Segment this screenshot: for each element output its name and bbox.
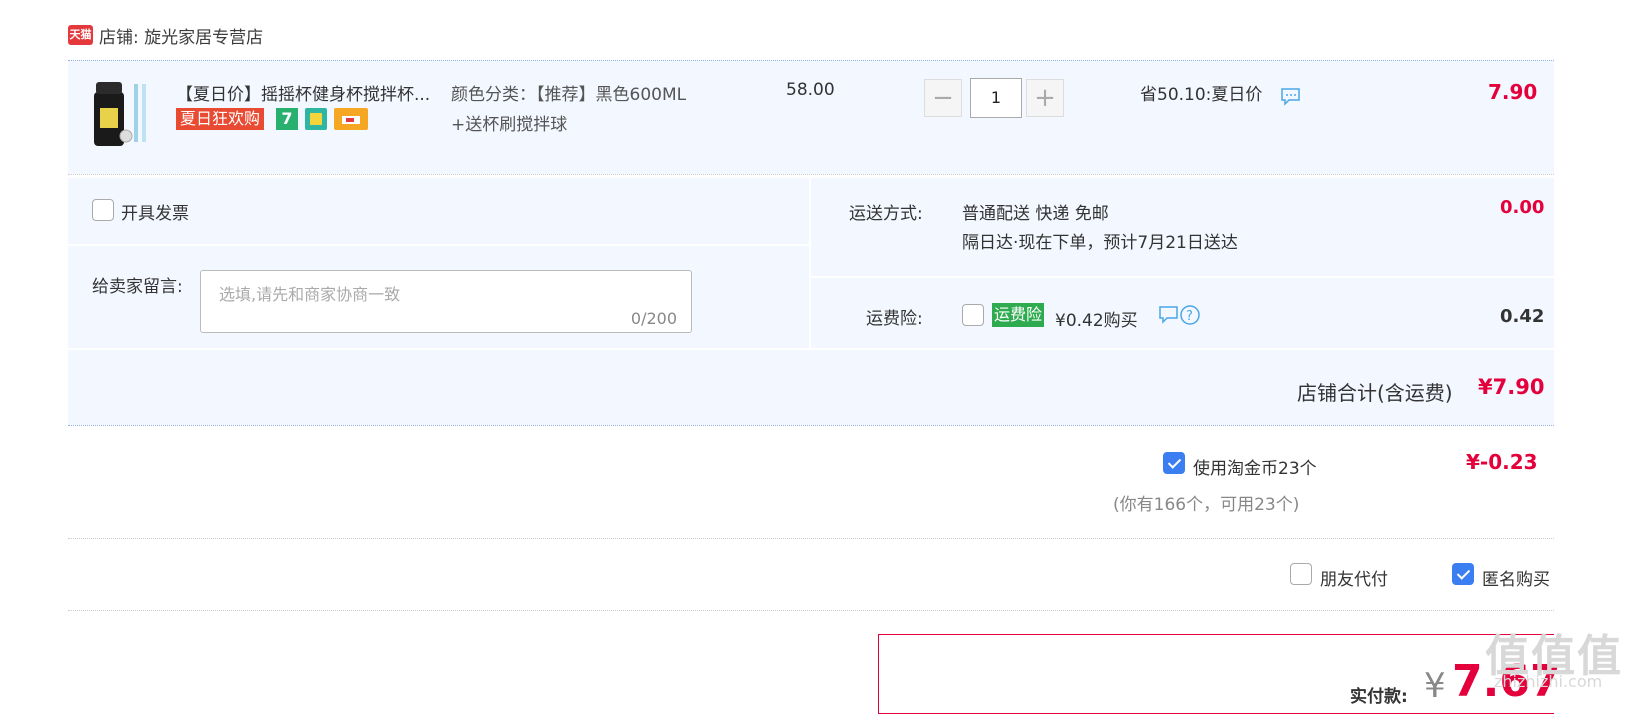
svg-text:?: ? xyxy=(1186,309,1193,324)
store-total-label: 店铺合计(含运费) xyxy=(1297,381,1453,405)
comment-icon[interactable] xyxy=(1280,86,1302,106)
invoice-checkbox[interactable] xyxy=(92,199,114,221)
shop-name[interactable]: 店铺: 旋光家居专营店 xyxy=(99,23,263,48)
payment-currency: ¥ xyxy=(1424,666,1446,706)
divider xyxy=(68,425,1554,426)
shipping-panel xyxy=(811,178,1554,276)
shipping-label: 运送方式: xyxy=(849,204,923,224)
promo-badge: 夏日狂欢购 xyxy=(176,108,265,130)
divider xyxy=(68,538,1554,539)
coins-sub: (你有166个，可用23个) xyxy=(1113,495,1300,515)
insurance-checkbox[interactable] xyxy=(962,304,984,326)
quantity-decrease-button[interactable]: − xyxy=(924,79,962,117)
divider xyxy=(68,610,1554,611)
store-total-value: ¥7.90 xyxy=(1478,375,1545,399)
message-box: 0/200 xyxy=(200,270,692,333)
divider xyxy=(68,174,1554,175)
discount-text: 省50.10:夏日价 xyxy=(1140,85,1263,105)
anonymous-checkbox[interactable] xyxy=(1452,563,1474,585)
quantity-input[interactable]: 1 xyxy=(970,78,1022,118)
shipping-method[interactable]: 普通配送 快递 免邮 xyxy=(962,199,1109,224)
friend-pay-checkbox[interactable] xyxy=(1290,563,1312,585)
guarantee-icon xyxy=(305,108,327,130)
coins-label[interactable]: 使用淘金币23个 xyxy=(1193,454,1317,479)
message-counter: 0/200 xyxy=(630,309,677,328)
seller-message-input[interactable] xyxy=(217,279,681,323)
item-total: 7.90 xyxy=(1488,80,1538,104)
tmall-icon: 天猫 xyxy=(68,25,93,45)
payment-label: 实付款: xyxy=(1350,687,1408,707)
product-image[interactable] xyxy=(86,78,156,150)
insurance-tag: 运费险 xyxy=(992,303,1045,327)
coins-value: ¥-0.23 xyxy=(1466,450,1538,474)
shipping-eta: 隔日达·现在下单，预计7月21日送达 xyxy=(962,233,1238,253)
insurance-label: 运费险: xyxy=(866,309,923,329)
unit-price: 58.00 xyxy=(786,80,835,100)
shop-header: 天猫 店铺: 旋光家居专营店 xyxy=(68,22,263,48)
quantity-increase-button[interactable]: + xyxy=(1026,79,1064,117)
shipping-cost: 0.00 xyxy=(1500,197,1545,218)
invoice-label[interactable]: 开具发票 xyxy=(121,199,189,224)
insurance-price[interactable]: ¥0.42购买 xyxy=(1055,306,1138,331)
watermark-url: zhizhizhi.com xyxy=(1494,672,1603,691)
anonymous-label[interactable]: 匿名购买 xyxy=(1482,565,1550,590)
coins-checkbox[interactable] xyxy=(1163,452,1185,474)
friend-pay-label[interactable]: 朋友代付 xyxy=(1320,565,1388,590)
credit-card-icon xyxy=(334,108,368,130)
message-label: 给卖家留言: xyxy=(92,277,183,297)
insurance-help-icons[interactable]: ? xyxy=(1158,304,1202,326)
variant-text: 颜色分类：【推荐】黑色600ML xyxy=(451,85,687,105)
variant-gift: +送杯刷搅拌球 xyxy=(451,115,568,135)
insurance-cost: 0.42 xyxy=(1500,306,1545,327)
product-title[interactable]: 【夏日价】摇摇杯健身杯搅拌杯... xyxy=(176,80,430,105)
seven-day-return-icon: 7 xyxy=(276,108,298,130)
